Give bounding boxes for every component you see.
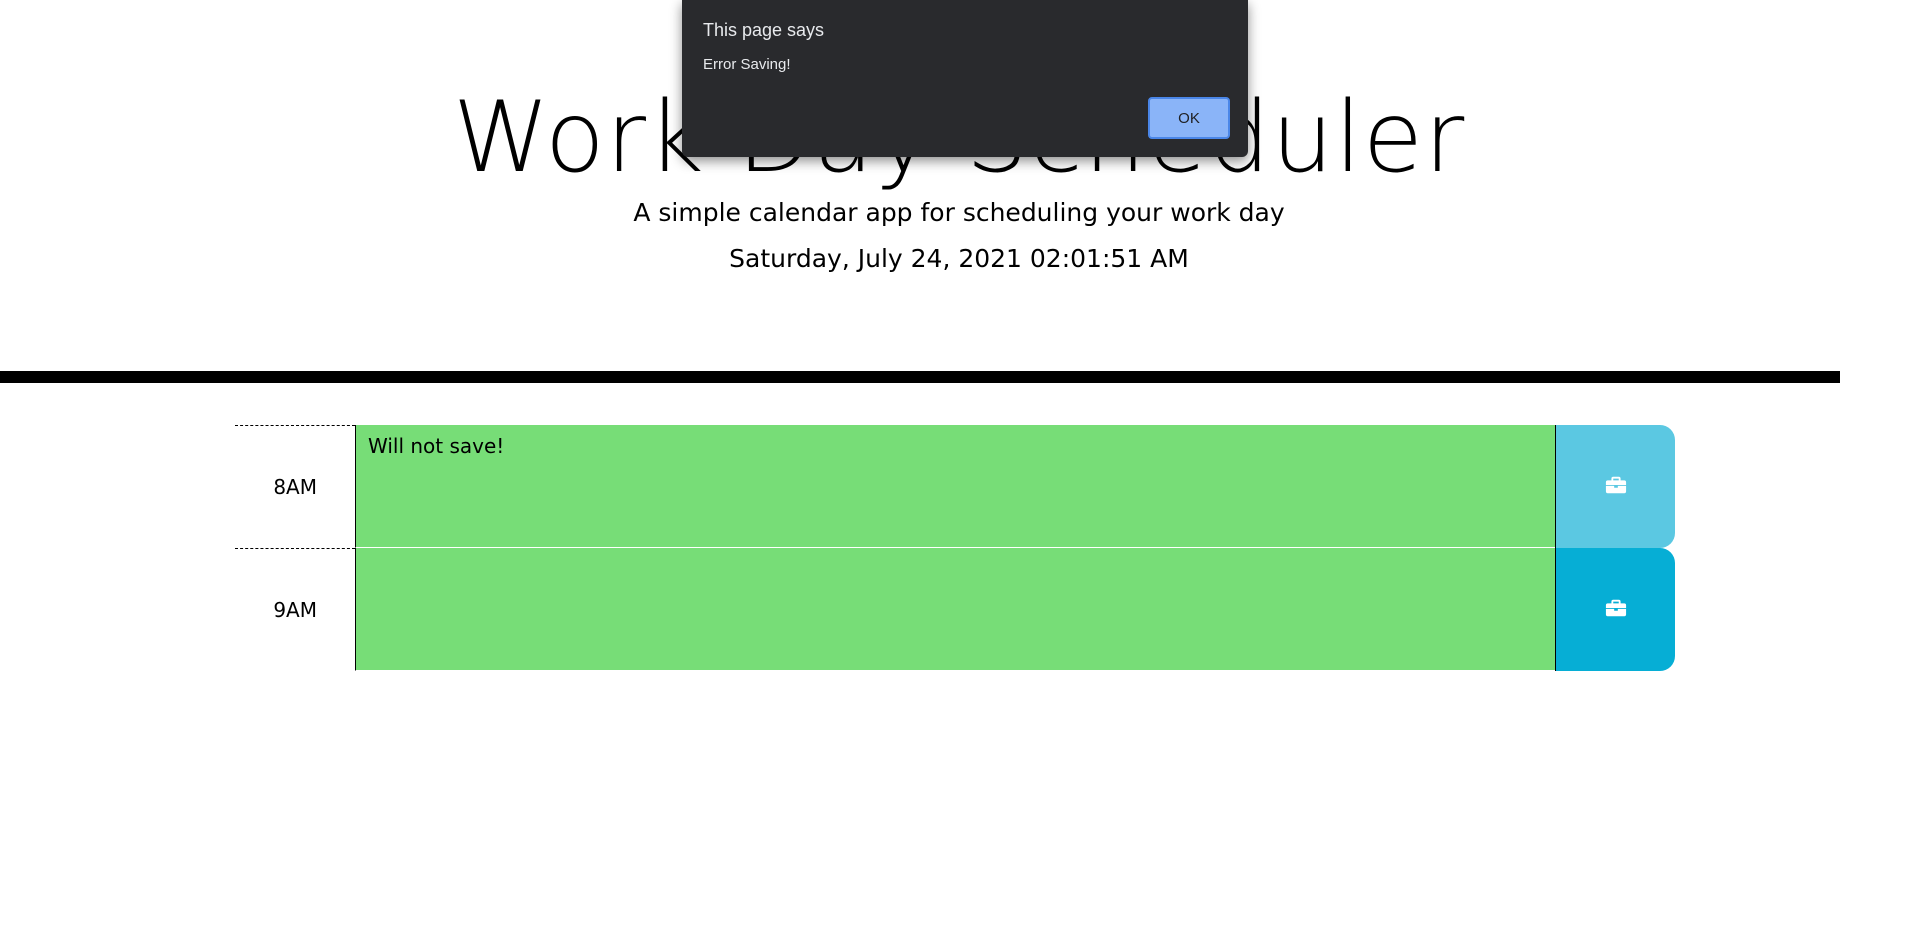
briefcase-icon	[1605, 597, 1627, 623]
description-textarea[interactable]: Will not save!	[355, 425, 1555, 548]
ok-button[interactable]: OK	[1148, 97, 1230, 139]
dialog-title: This page says	[703, 20, 825, 40]
page: Work Day Scheduler A simple calendar app…	[0, 0, 1918, 930]
header-divider	[0, 371, 1840, 383]
time-block-container: 8AM Will not save! 9AM	[235, 425, 1675, 671]
hour-label: 9AM	[235, 548, 355, 671]
briefcase-icon	[1605, 474, 1627, 500]
description-textarea[interactable]	[355, 548, 1555, 671]
time-block-8am: 8AM Will not save!	[235, 425, 1675, 548]
alert-dialog: This page says Error Saving! OK	[682, 0, 1248, 157]
dialog-message: Error Saving!	[703, 56, 791, 73]
save-button[interactable]	[1555, 425, 1675, 548]
page-subtitle: A simple calendar app for scheduling you…	[633, 198, 1285, 227]
hour-label: 8AM	[235, 425, 355, 548]
save-button[interactable]	[1555, 548, 1675, 671]
time-block-9am: 9AM	[235, 548, 1675, 671]
current-day: Saturday, July 24, 2021 02:01:51 AM	[729, 244, 1189, 273]
